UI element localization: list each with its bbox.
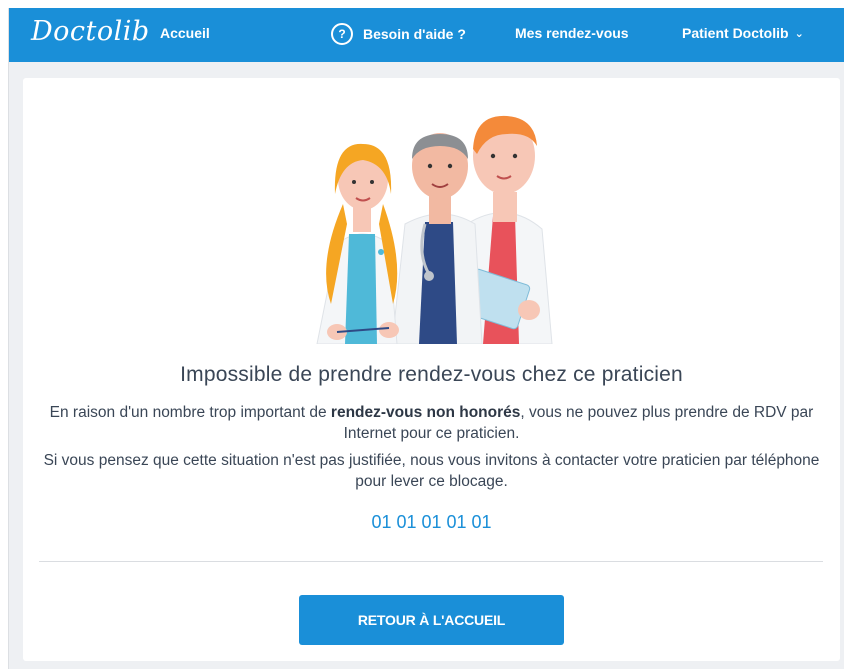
chevron-down-icon: ⌄	[794, 28, 804, 40]
app-frame: Doctolib Accueil ? Besoin d'aide ? Mes r…	[8, 8, 844, 669]
nav-rendez-vous-link[interactable]: Mes rendez-vous	[515, 25, 629, 41]
doctolib-logo[interactable]: Doctolib	[31, 16, 150, 47]
doctor-left-figure	[316, 143, 399, 344]
divider	[39, 561, 823, 562]
reason-prefix: En raison d'un nombre trop important de	[49, 404, 331, 421]
page-title: Impossible de prendre rendez-vous chez c…	[180, 363, 683, 386]
reason-bold: rendez-vous non honorés	[330, 404, 521, 421]
contact-advice-text: Si vous pensez que cette situation n'est…	[43, 452, 820, 490]
top-navbar: Doctolib Accueil ? Besoin d'aide ? Mes r…	[9, 8, 844, 62]
nav-help-link[interactable]: ? Besoin d'aide ?	[331, 23, 466, 45]
doctor-middle-figure	[391, 133, 483, 344]
doctors-illustration	[316, 115, 553, 344]
question-circle-icon: ?	[331, 23, 353, 45]
blocked-booking-card: Impossible de prendre rendez-vous chez c…	[23, 78, 840, 661]
nav-patient-menu[interactable]: Patient Doctolib ⌄	[682, 25, 804, 41]
nav-patient-label: Patient Doctolib	[682, 25, 789, 41]
blocked-reason-text: En raison d'un nombre trop important de …	[43, 402, 820, 444]
back-to-home-button[interactable]: RETOUR À L'ACCUEIL	[299, 595, 564, 645]
practitioner-phone-link[interactable]: 01 01 01 01 01	[23, 512, 840, 533]
nav-help-label: Besoin d'aide ?	[363, 26, 466, 42]
nav-accueil-link[interactable]: Accueil	[160, 25, 210, 41]
